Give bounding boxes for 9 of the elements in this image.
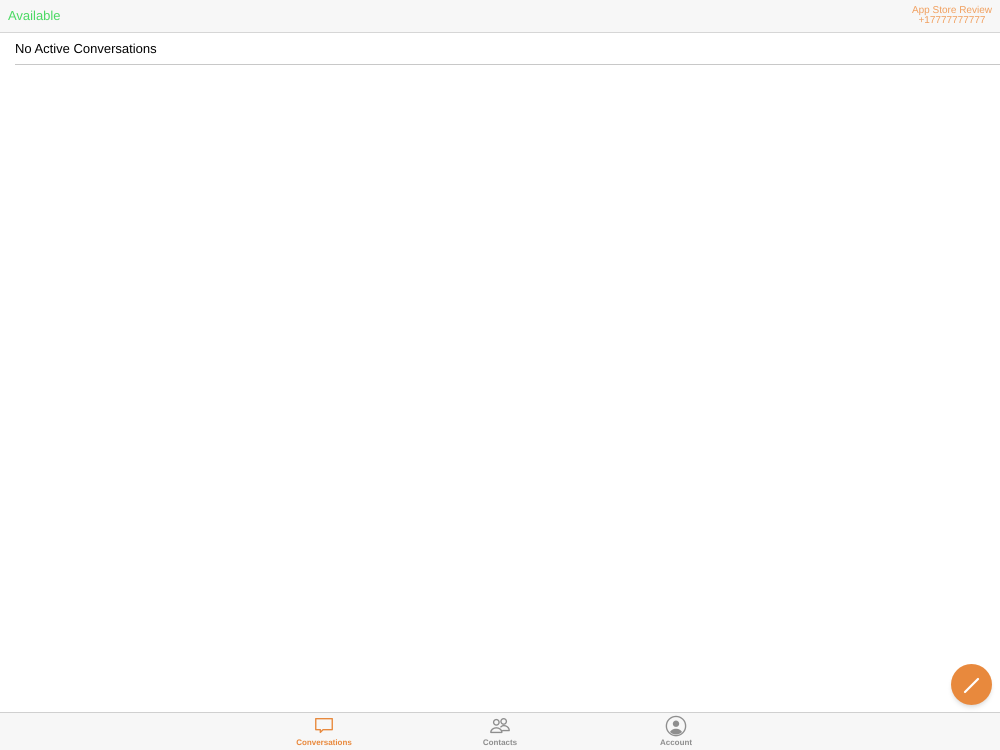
tab[interactable]: Contacts bbox=[462, 713, 538, 750]
presence-status[interactable]: Available bbox=[8, 6, 61, 26]
empty-message: No Active Conversations bbox=[15, 40, 157, 58]
compose-button[interactable] bbox=[951, 664, 992, 705]
tab[interactable]: Account bbox=[638, 713, 714, 750]
user-circle-icon bbox=[665, 715, 687, 737]
account-number: +17777777777 bbox=[918, 16, 986, 26]
tab[interactable]: Conversations bbox=[286, 713, 362, 750]
account-name: App Store Review bbox=[912, 6, 992, 16]
